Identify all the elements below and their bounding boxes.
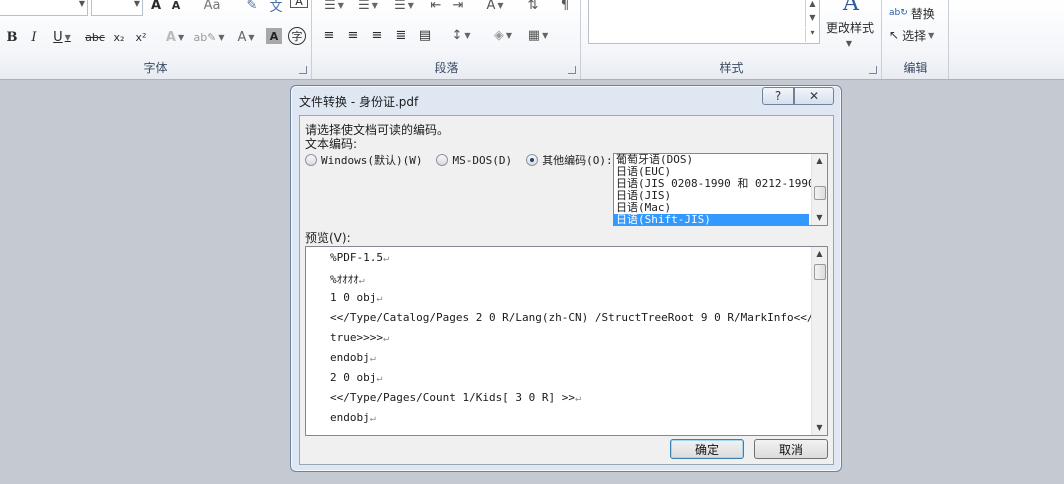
align-left-icon[interactable]: ≡ xyxy=(319,24,339,46)
font-group-label: 字体 xyxy=(143,61,168,75)
radio-other-circle xyxy=(526,154,539,166)
encoding-scrollbar[interactable]: ▲ ▼ xyxy=(811,154,827,225)
cancel-button[interactable]: 取消 xyxy=(754,439,828,459)
encoding-listbox[interactable]: 葡萄牙语(DOS) 日语(EUC) 日语(JIS 0208-1990 和 021… xyxy=(613,153,828,226)
underline-button[interactable]: U ▼ xyxy=(48,26,76,48)
replace-label: 替换 xyxy=(910,6,935,21)
editing-group-label: 编辑 xyxy=(903,61,928,75)
ok-button[interactable]: 确定 xyxy=(670,439,744,459)
radio-windows-label: Windows(默认)(W) xyxy=(321,154,423,167)
help-button[interactable]: ? xyxy=(762,87,794,105)
borders-icon[interactable]: ▦ ▼ xyxy=(523,24,553,46)
dialog-client: 请选择使文档可读的编码。 文本编码: Windows(默认)(W) MS-DOS… xyxy=(299,115,834,465)
encoding-radio-group: Windows(默认)(W) MS-DOS(D) 其他编码(O): xyxy=(305,152,627,168)
gallery-more-icon[interactable]: ▾ xyxy=(805,28,819,42)
increase-indent-icon[interactable]: ⇥ xyxy=(449,0,467,16)
preview-scrollbar[interactable]: ▲ ▼ xyxy=(811,247,827,435)
distributed-icon[interactable]: ▤ xyxy=(415,24,435,46)
font-dialog-launcher-icon[interactable] xyxy=(299,66,307,74)
replace-icon: ab↻ xyxy=(889,8,908,18)
dialog-title: 文件转换 - 身份证.pdf xyxy=(299,95,419,109)
chinese-layout-icon[interactable]: A ▼ xyxy=(481,0,509,16)
phonetic-guide-icon[interactable]: 文 xyxy=(266,0,286,16)
close-button[interactable]: ✕ xyxy=(794,87,834,105)
enclose-char-icon[interactable]: 字 xyxy=(288,27,306,45)
font-size-combo[interactable]: ▼ xyxy=(91,0,143,16)
align-right-icon[interactable]: ≡ xyxy=(367,24,387,46)
file-conversion-dialog: 文件转换 - 身份证.pdf ? ✕ 请选择使文档可读的编码。 文本编码: Wi… xyxy=(290,85,842,472)
numbering-icon[interactable]: ☰ ▼ xyxy=(353,0,383,16)
bold-button[interactable]: B xyxy=(4,26,20,48)
preview-line: endobj↵ xyxy=(330,351,376,364)
radio-windows-circle xyxy=(305,154,317,166)
preview-line: 2 0 obj↵ xyxy=(330,371,383,384)
grow-font-button[interactable]: A xyxy=(148,0,164,16)
show-marks-icon[interactable]: ¶ xyxy=(557,0,573,16)
gallery-up-icon[interactable]: ▲ xyxy=(805,0,819,13)
ribbon: ▼ ▼ A A Aa ✎ 文 A B I U ▼ abc x₂ x² A ▼ ab✎… xyxy=(0,0,1064,80)
select-cursor-icon: ↖ xyxy=(889,28,900,42)
text-effects-icon[interactable]: A ▼ xyxy=(162,26,188,48)
preview-label: 预览(V): xyxy=(305,231,351,245)
sort-icon[interactable]: ⇅ xyxy=(523,0,543,16)
paragraph-group: ☰ ▼ ☰ ▼ ☰ ▼ ⇤ ⇥ A ▼ ⇅ ¶ ≡ ≡ ≡ ≣ ▤ ↕ ▼ ◈ ▼ ▦ ▼ 段… xyxy=(313,0,581,79)
char-shading-icon[interactable]: A xyxy=(266,28,282,44)
radio-msdos[interactable]: MS-DOS(D) xyxy=(436,154,512,167)
font-name-combo[interactable]: ▼ xyxy=(0,0,88,16)
select-label: 选择 xyxy=(902,28,927,43)
change-styles-caret-icon[interactable]: ▼ xyxy=(842,32,856,54)
radio-other-label: 其他编码(O): xyxy=(542,154,613,167)
decrease-indent-icon[interactable]: ⇤ xyxy=(427,0,445,16)
preview-scroll-down-icon[interactable]: ▼ xyxy=(812,421,827,435)
radio-msdos-circle xyxy=(436,154,449,166)
styles-dialog-launcher-icon[interactable] xyxy=(869,66,877,74)
paragraph-group-label: 段落 xyxy=(434,61,459,75)
preview-line: endobj↵ xyxy=(330,411,376,424)
change-styles-big-icon[interactable]: A xyxy=(838,0,864,16)
multilevel-list-icon[interactable]: ☰ ▼ xyxy=(389,0,419,16)
line-spacing-icon[interactable]: ↕ ▼ xyxy=(447,24,475,46)
select-button[interactable]: ↖ 选择 ▼ xyxy=(889,24,947,46)
italic-button[interactable]: I xyxy=(26,26,42,48)
align-center-icon[interactable]: ≡ xyxy=(343,24,363,46)
justify-icon[interactable]: ≣ xyxy=(391,24,411,46)
scroll-up-icon[interactable]: ▲ xyxy=(812,154,827,168)
preview-line: <</Type/Pages/Count 1/Kids[ 3 0 R] >>↵ xyxy=(330,391,582,404)
paragraph-dialog-launcher-icon[interactable] xyxy=(568,66,576,74)
scroll-down-icon[interactable]: ▼ xyxy=(812,211,827,225)
encoding-item-selected[interactable]: 日语(Shift-JIS) xyxy=(614,214,809,225)
superscript-button[interactable]: x² xyxy=(132,26,150,48)
replace-button[interactable]: ab↻ 替换 xyxy=(889,2,945,24)
font-group: ▼ ▼ A A Aa ✎ 文 A B I U ▼ abc x₂ x² A ▼ ab✎… xyxy=(0,0,312,79)
styles-group-label: 样式 xyxy=(719,61,744,75)
encoding-label: 文本编码: xyxy=(305,137,358,151)
radio-other[interactable]: 其他编码(O): xyxy=(526,152,613,168)
radio-msdos-label: MS-DOS(D) xyxy=(452,153,513,167)
shading-icon[interactable]: ◈ ▼ xyxy=(489,24,517,46)
radio-windows[interactable]: Windows(默认)(W) xyxy=(305,152,422,168)
highlight-icon[interactable]: ab✎ ▼ xyxy=(193,26,224,48)
preview-line: true>>>>↵ xyxy=(330,331,390,344)
dialog-titlebar[interactable]: 文件转换 - 身份证.pdf ? ✕ xyxy=(291,86,841,114)
preview-line: <</Type/Catalog/Pages 2 0 R/Lang(zh-CN) … xyxy=(330,311,828,324)
shrink-font-button[interactable]: A xyxy=(168,0,184,16)
subscript-button[interactable]: x₂ xyxy=(110,26,128,48)
preview-line: %ｵｵｵｵ↵ xyxy=(330,273,365,286)
preview-scroll-thumb[interactable] xyxy=(814,264,826,280)
editing-group: ab↻ 替换 ↖ 选择 ▼ 编辑 xyxy=(883,0,949,79)
gallery-down-icon[interactable]: ▼ xyxy=(805,13,819,27)
char-border-icon[interactable]: A xyxy=(290,0,308,8)
clear-format-icon[interactable]: ✎ xyxy=(242,0,262,16)
font-color-icon[interactable]: A ▼ xyxy=(232,26,260,48)
preview-line: 1 0 obj↵ xyxy=(330,291,383,304)
bullets-icon[interactable]: ☰ ▼ xyxy=(319,0,349,16)
scroll-thumb[interactable] xyxy=(814,186,826,200)
quick-styles-gallery[interactable]: ▲ ▼ ▾ xyxy=(588,0,820,44)
preview-scroll-up-icon[interactable]: ▲ xyxy=(812,247,827,261)
change-case-button[interactable]: Aa xyxy=(198,0,226,16)
underline-label: U xyxy=(53,29,63,45)
preview-pane[interactable]: %PDF-1.5↵ %ｵｵｵｵ↵ 1 0 obj↵ <</Type/Catalo… xyxy=(305,246,828,436)
preview-line: %PDF-1.5↵ xyxy=(330,251,390,264)
strikethrough-button[interactable]: abc xyxy=(84,26,106,48)
